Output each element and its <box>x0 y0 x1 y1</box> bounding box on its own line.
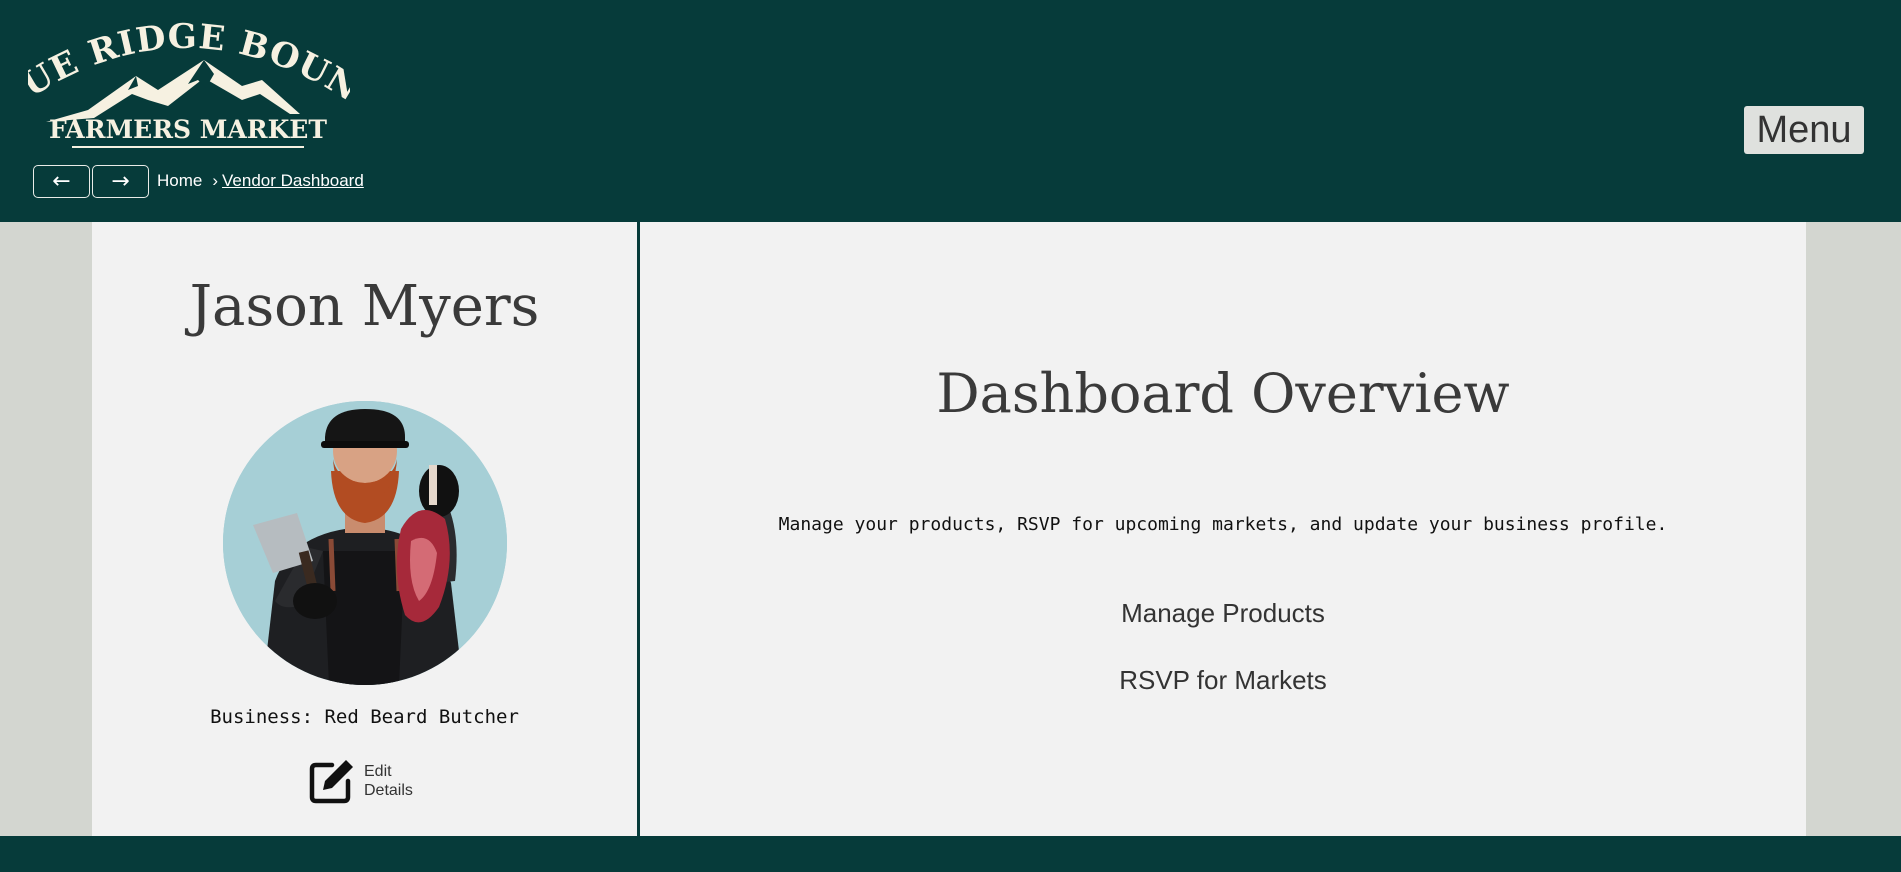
manage-products-link[interactable]: Manage Products <box>640 598 1806 629</box>
svg-text:BLUE RIDGE BOUNTY: BLUE RIDGE BOUNTY <box>28 14 350 110</box>
breadcrumb-vendor-dashboard[interactable]: Vendor Dashboard <box>222 171 364 191</box>
breadcrumb-separator: › <box>212 171 219 190</box>
market-logo[interactable]: BLUE RIDGE BOUNTY FARMERS MARKET <box>13 0 365 154</box>
edit-details-label: Edit Details <box>364 763 413 799</box>
svg-text:FARMERS MARKET: FARMERS MARKET <box>49 115 327 144</box>
business-name: Business: Red Beard Butcher <box>210 706 519 728</box>
vendor-profile-panel: Jason Myers Business: Red Beard Butcher … <box>92 222 637 836</box>
vendor-name: Jason Myers <box>189 274 540 339</box>
main-content: Jason Myers Business: Red Beard Butcher … <box>92 222 1806 836</box>
dashboard-title: Dashboard Overview <box>936 362 1510 425</box>
site-header: BLUE RIDGE BOUNTY FARMERS MARKET ← → Hom… <box>0 0 1901 222</box>
menu-button[interactable]: Menu <box>1744 106 1864 154</box>
vendor-avatar <box>223 401 507 685</box>
arrow-right-icon: → <box>111 168 130 194</box>
rsvp-markets-link[interactable]: RSVP for Markets <box>640 665 1806 696</box>
edit-details-button[interactable]: Edit Details <box>308 757 424 805</box>
arrow-left-icon: ← <box>52 168 71 194</box>
site-footer <box>0 836 1901 872</box>
forward-button[interactable]: → <box>92 164 149 198</box>
dashboard-description: Manage your products, RSVP for upcoming … <box>778 514 1668 535</box>
dashboard-panel: Dashboard Overview Manage your products,… <box>640 222 1806 836</box>
breadcrumb-home[interactable]: Home <box>157 171 202 191</box>
edit-icon <box>309 760 353 804</box>
navigation-row: ← → Home › Vendor Dashboard <box>33 164 364 198</box>
back-button[interactable]: ← <box>33 164 90 198</box>
